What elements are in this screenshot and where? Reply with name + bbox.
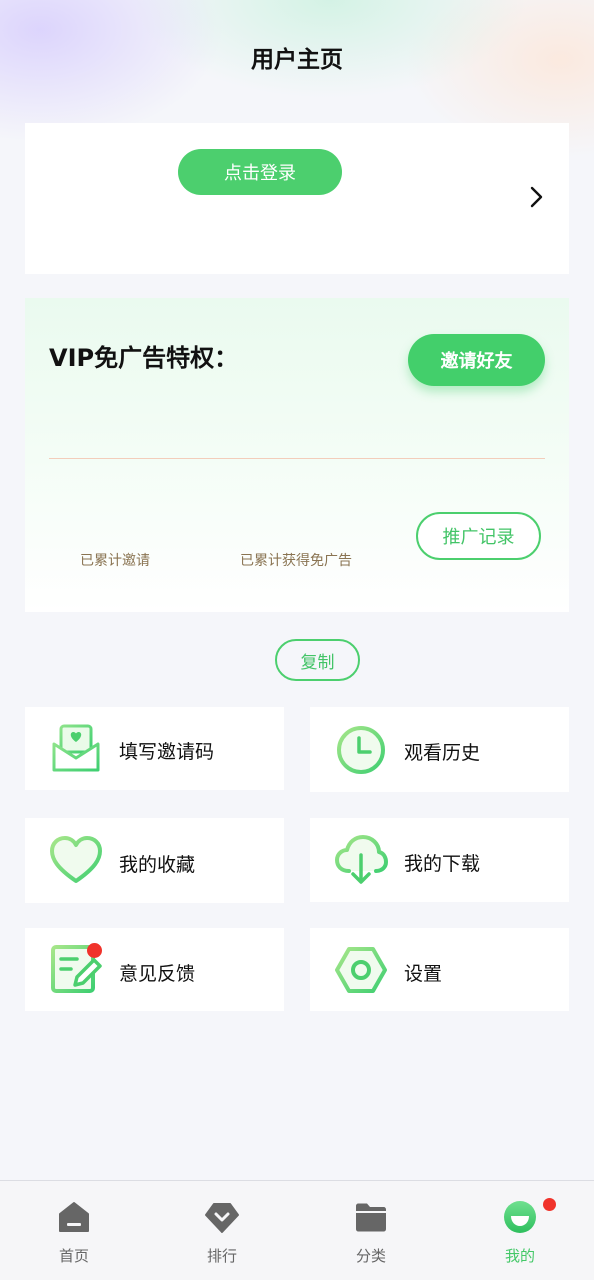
chevron-right-icon[interactable] xyxy=(529,185,545,209)
page-title: 用户主页 xyxy=(251,47,343,73)
home-icon xyxy=(59,1202,89,1232)
copy-button[interactable]: 复制 xyxy=(275,639,360,681)
folder-icon xyxy=(356,1203,386,1232)
menu-item-invite-code[interactable]: 填写邀请码 xyxy=(25,707,284,790)
menu-label: 我的下载 xyxy=(404,853,481,875)
ranking-icon xyxy=(205,1203,239,1233)
gear-icon xyxy=(335,947,387,993)
invite-friends-button[interactable]: 邀请好友 xyxy=(408,334,545,386)
stat-invited-label: 已累计邀请 xyxy=(80,553,150,569)
menu-label: 意见反馈 xyxy=(119,963,196,985)
tab-ranking[interactable]: 排行 xyxy=(148,1181,296,1280)
vip-title: VIP免广告特权： xyxy=(49,344,239,372)
tab-label: 排行 xyxy=(206,1247,237,1265)
bottom-nav: 首页 排行 分类 我的 xyxy=(0,1180,594,1280)
clock-icon xyxy=(337,726,385,774)
menu-label: 设置 xyxy=(404,963,443,985)
menu-item-watch-history[interactable]: 观看历史 xyxy=(310,707,569,792)
tab-mine[interactable]: 我的 xyxy=(446,1181,594,1280)
smile-icon xyxy=(504,1201,536,1233)
menu-label: 填写邀请码 xyxy=(119,741,215,763)
cloud-download-icon xyxy=(335,835,388,884)
menu-label: 观看历史 xyxy=(404,742,481,764)
menu-item-favorites[interactable]: 我的收藏 xyxy=(25,818,284,903)
heart-icon xyxy=(50,836,102,883)
login-button[interactable]: 点击登录 xyxy=(178,149,342,195)
menu-item-downloads[interactable]: 我的下载 xyxy=(310,818,569,902)
vip-card: VIP免广告特权： 邀请好友 已累计邀请 已累计获得免广告 推广记录 xyxy=(25,298,569,612)
stat-adfree-label: 已累计获得免广告 xyxy=(240,553,352,569)
menu-label: 我的收藏 xyxy=(119,854,196,876)
envelope-heart-icon xyxy=(52,724,100,772)
tab-label: 我的 xyxy=(504,1247,535,1265)
promotion-record-button[interactable]: 推广记录 xyxy=(416,512,541,560)
tab-category[interactable]: 分类 xyxy=(297,1181,445,1280)
menu-item-feedback[interactable]: 意见反馈 xyxy=(25,928,284,1011)
tab-label: 分类 xyxy=(355,1247,386,1265)
divider xyxy=(49,458,545,459)
login-card[interactable]: 点击登录 xyxy=(25,123,569,274)
tab-home[interactable]: 首页 xyxy=(0,1181,148,1280)
notification-badge xyxy=(87,943,102,958)
tab-label: 首页 xyxy=(58,1247,89,1265)
menu-item-settings[interactable]: 设置 xyxy=(310,928,569,1011)
notification-badge xyxy=(543,1198,556,1211)
